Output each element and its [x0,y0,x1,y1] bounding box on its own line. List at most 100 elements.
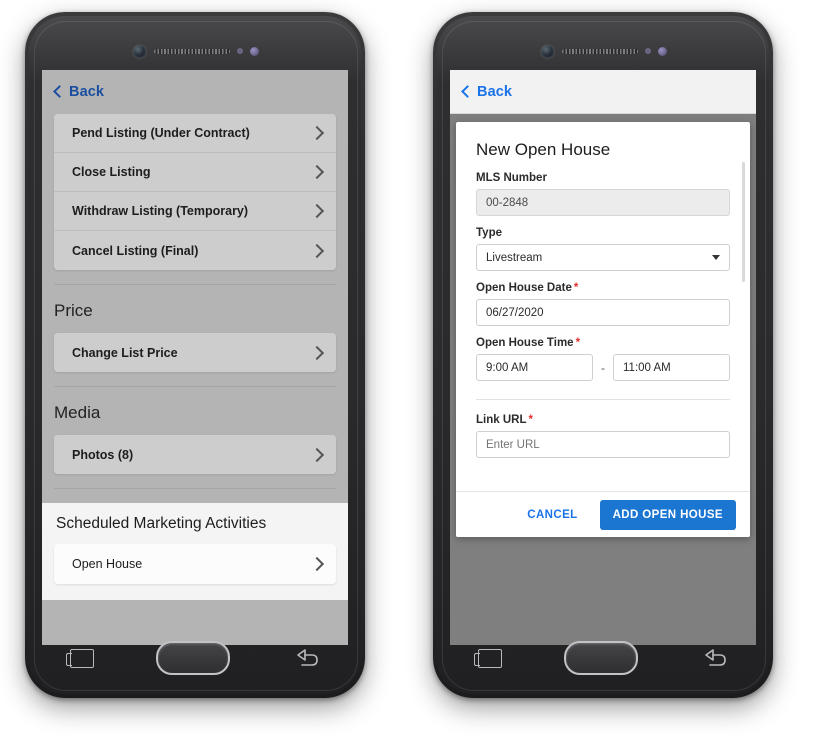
start-time-value: 9:00 AM [486,361,529,374]
chevron-left-icon [461,84,474,98]
back-button-left[interactable]: Back [53,84,105,100]
field-mls-number: MLS Number 00-2848 [476,172,730,216]
list-item-label: Close Listing [72,165,151,179]
chevron-down-icon [712,255,720,260]
price-group: Change List Price [54,333,336,372]
field-label-text: Open House Date [476,282,572,294]
phone-right: Back New Open House MLS Number 00-2848 T… [433,12,773,698]
field-open-house-date: Open House Date * 06/27/2020 [476,282,730,326]
back-button-label: Back [477,83,513,100]
time-range-row: 9:00 AM - 11:00 AM [476,354,730,381]
earpiece-speaker-icon [561,48,638,54]
proximity-sensor-icon [236,48,243,54]
list-item-label: Pend Listing (Under Contract) [72,126,250,140]
chevron-left-icon [53,85,66,98]
time-range-separator: - [601,360,605,375]
dialog-title: New Open House [476,140,611,159]
dialog-section-divider [476,399,730,400]
back-button-right[interactable]: Back [461,83,513,100]
list-item-withdraw-listing[interactable]: Withdraw Listing (Temporary) [54,192,336,231]
open-house-start-time-input[interactable]: 9:00 AM [476,354,593,381]
phone-left: Back Pend Listing (Under Contract) Close… [25,12,365,698]
type-select-value: Livestream [486,251,543,264]
front-camera-icon [539,43,555,59]
list-item-open-house[interactable]: Open House [54,544,336,584]
phone-left-bottom-hardware [25,632,365,684]
home-key-icon[interactable] [564,641,638,675]
list-item-label: Open House [72,557,143,571]
light-sensor-icon [657,46,667,56]
recents-key-icon[interactable] [66,648,94,668]
field-open-house-time: Open House Time * 9:00 AM - 11:00 AM [476,337,730,381]
modal-backdrop[interactable]: New Open House MLS Number 00-2848 Type L… [450,114,756,645]
add-open-house-button[interactable]: ADD OPEN HOUSE [599,499,736,530]
field-label: Open House Date * [476,282,730,294]
phone-left-top-hardware [25,40,365,62]
back-key-icon[interactable] [292,647,320,669]
phone-right-top-hardware [433,40,773,62]
phone-right-screen: Back New Open House MLS Number 00-2848 T… [450,70,756,645]
field-label: Type [476,227,502,239]
end-time-value: 11:00 AM [623,361,671,374]
earpiece-speaker-icon [153,48,230,54]
list-item-change-list-price[interactable]: Change List Price [54,333,336,372]
required-marker: * [575,337,581,349]
field-type: Type Livestream [476,227,730,271]
phone-left-screen: Back Pend Listing (Under Contract) Close… [42,70,348,645]
required-marker: * [528,414,533,426]
back-button-label: Back [69,84,105,100]
list-item-label: Withdraw Listing (Temporary) [72,204,249,218]
scheduled-marketing-activities-card: Scheduled Marketing Activities Open Hous… [42,503,348,600]
list-item-label: Cancel Listing (Final) [72,243,199,258]
cancel-button[interactable]: CANCEL [519,503,585,527]
dialog-scrollbar[interactable] [742,162,745,282]
chevron-right-icon [309,447,325,462]
status-actions-group: Pend Listing (Under Contract) Close List… [54,114,336,270]
dialog-actions: CANCEL ADD OPEN HOUSE [456,491,750,537]
field-link-url: Link URL * [476,414,730,458]
chevron-right-icon [309,203,325,219]
field-label-text: Open House Time [476,337,574,349]
field-label: MLS Number [476,172,547,184]
field-label-text: Link URL [476,414,527,426]
right-navbar: Back [450,70,756,114]
section-title-price: Price [54,301,93,320]
list-item-label: Change List Price [72,345,178,360]
section-divider [54,488,336,489]
media-group: Photos (8) [54,435,336,474]
back-key-icon[interactable] [700,647,728,669]
chevron-right-icon [309,164,325,180]
required-marker: * [573,282,579,294]
section-title-media: Media [54,403,101,422]
mls-number-value: 00-2848 [486,196,529,209]
light-sensor-icon [249,46,259,56]
left-navbar: Back [42,70,348,114]
chevron-right-icon [309,556,325,572]
field-label: Link URL * [476,414,730,426]
open-house-date-value: 06/27/2020 [486,306,544,319]
home-key-icon[interactable] [156,641,230,675]
phone-right-bottom-hardware [433,632,773,684]
section-title-scheduled-marketing-activities: Scheduled Marketing Activities [56,515,267,532]
link-url-input[interactable] [476,431,730,458]
list-item-pend-listing[interactable]: Pend Listing (Under Contract) [54,114,336,153]
list-item-photos[interactable]: Photos (8) [54,435,336,474]
open-house-date-input[interactable]: 06/27/2020 [476,299,730,326]
chevron-right-icon [309,243,325,258]
mls-number-input: 00-2848 [476,189,730,216]
chevron-right-icon [309,125,325,141]
new-open-house-dialog: New Open House MLS Number 00-2848 Type L… [456,122,750,537]
front-camera-icon [131,43,147,59]
list-item-close-listing[interactable]: Close Listing [54,153,336,192]
recents-key-icon[interactable] [474,648,502,668]
type-select[interactable]: Livestream [476,244,730,271]
section-divider [54,284,336,285]
chevron-right-icon [309,345,325,360]
list-item-label: Photos (8) [72,447,134,462]
field-label: Open House Time * [476,337,730,349]
section-divider [54,386,336,387]
open-house-end-time-input[interactable]: 11:00 AM [613,354,730,381]
left-content-scroll[interactable]: Pend Listing (Under Contract) Close List… [42,114,348,645]
list-item-cancel-listing[interactable]: Cancel Listing (Final) [54,231,336,270]
dialog-body[interactable]: New Open House MLS Number 00-2848 Type L… [456,122,750,491]
